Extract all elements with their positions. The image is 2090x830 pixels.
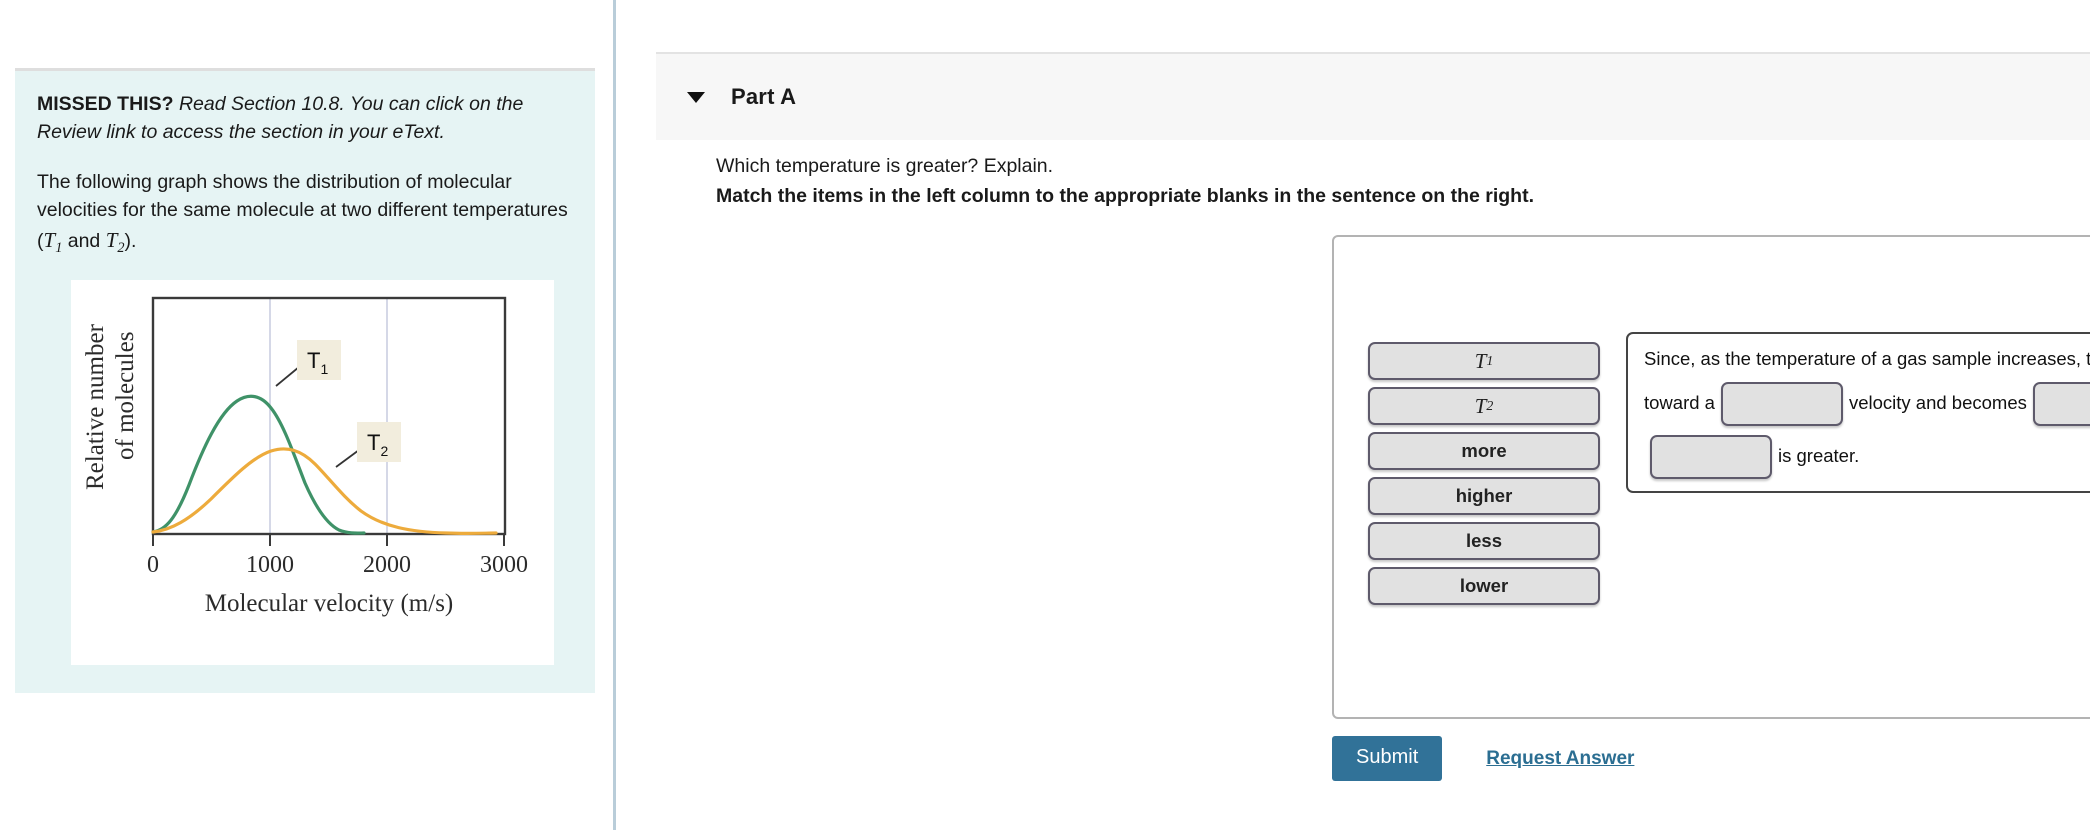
- velocity-distribution-chart: T1 T2 0 1000 2000 3000 Molecular velocit…: [71, 280, 554, 666]
- page-title: Part A: [731, 84, 797, 109]
- xtick-2000: 2000: [363, 552, 411, 578]
- question-prompt: Which temperature is greater? Explain.: [716, 155, 1054, 177]
- xtick-0: 0: [147, 552, 159, 578]
- tile-bank: T1 T2 more higher less lower: [1368, 342, 1600, 605]
- hint-box: MISSED THIS? Read Section 10.8. You can …: [15, 68, 595, 694]
- description-and: and: [62, 229, 106, 252]
- chevron-down-icon[interactable]: [687, 91, 705, 103]
- problem-description: The following graph shows the distributi…: [37, 168, 573, 258]
- y-axis-label-line1: Relative number: [82, 324, 109, 491]
- blank-slot-1[interactable]: [1720, 382, 1843, 427]
- tile-t1[interactable]: T1: [1368, 342, 1600, 380]
- tile-higher[interactable]: higher: [1368, 477, 1600, 515]
- blank-slot-2[interactable]: [2032, 382, 2090, 427]
- blank-slot-3[interactable]: [1650, 435, 1772, 480]
- tile-lower[interactable]: lower: [1368, 567, 1600, 605]
- right-content-pane: Part A Which temperature is greater? Exp…: [616, 0, 2090, 830]
- missed-this-text: MISSED THIS? Read Section 10.8. You can …: [37, 91, 573, 146]
- request-answer-link[interactable]: Request Answer: [1486, 748, 1634, 770]
- var-t1: T1: [43, 227, 63, 256]
- left-hint-pane: MISSED THIS? Read Section 10.8. You can …: [0, 0, 613, 830]
- sentence-line-3: is greater.: [1644, 435, 2090, 480]
- y-axis-label-line2: of molecules: [112, 332, 139, 460]
- tile-t2[interactable]: T2: [1368, 387, 1600, 425]
- missed-this-label: MISSED THIS?: [37, 93, 174, 115]
- sentence-fragment-1: Since, as the temperature of a gas sampl…: [1644, 348, 2090, 369]
- answer-container: Reset Help T1 T2 more higher less lower …: [1332, 235, 2090, 719]
- sentence-drop-area: Since, as the temperature of a gas sampl…: [1626, 332, 2090, 494]
- sentence-fragment-2: toward a: [1644, 392, 1715, 414]
- sentence-fragment-5: is greater.: [1778, 445, 1860, 467]
- tile-more[interactable]: more: [1368, 432, 1600, 470]
- action-row: Submit Request Answer: [1332, 736, 1634, 781]
- xtick-3000: 3000: [480, 552, 528, 578]
- part-a-header[interactable]: Part A: [656, 52, 2090, 140]
- submit-button[interactable]: Submit: [1332, 736, 1443, 781]
- x-axis-label: Molecular velocity (m/s): [205, 590, 454, 617]
- sentence-line-2: toward avelocity and becomessharply peak…: [1644, 382, 2090, 427]
- chart-svg: T1 T2 0 1000 2000 3000 Molecular velocit…: [71, 280, 554, 666]
- var-t2: T2: [105, 227, 125, 256]
- description-part-2: ).: [124, 229, 137, 252]
- tile-less[interactable]: less: [1368, 522, 1600, 560]
- sentence-fragment-3: velocity and becomes: [1848, 392, 2027, 414]
- xtick-1000: 1000: [246, 552, 294, 578]
- match-instruction: Match the items in the left column to th…: [716, 185, 1535, 207]
